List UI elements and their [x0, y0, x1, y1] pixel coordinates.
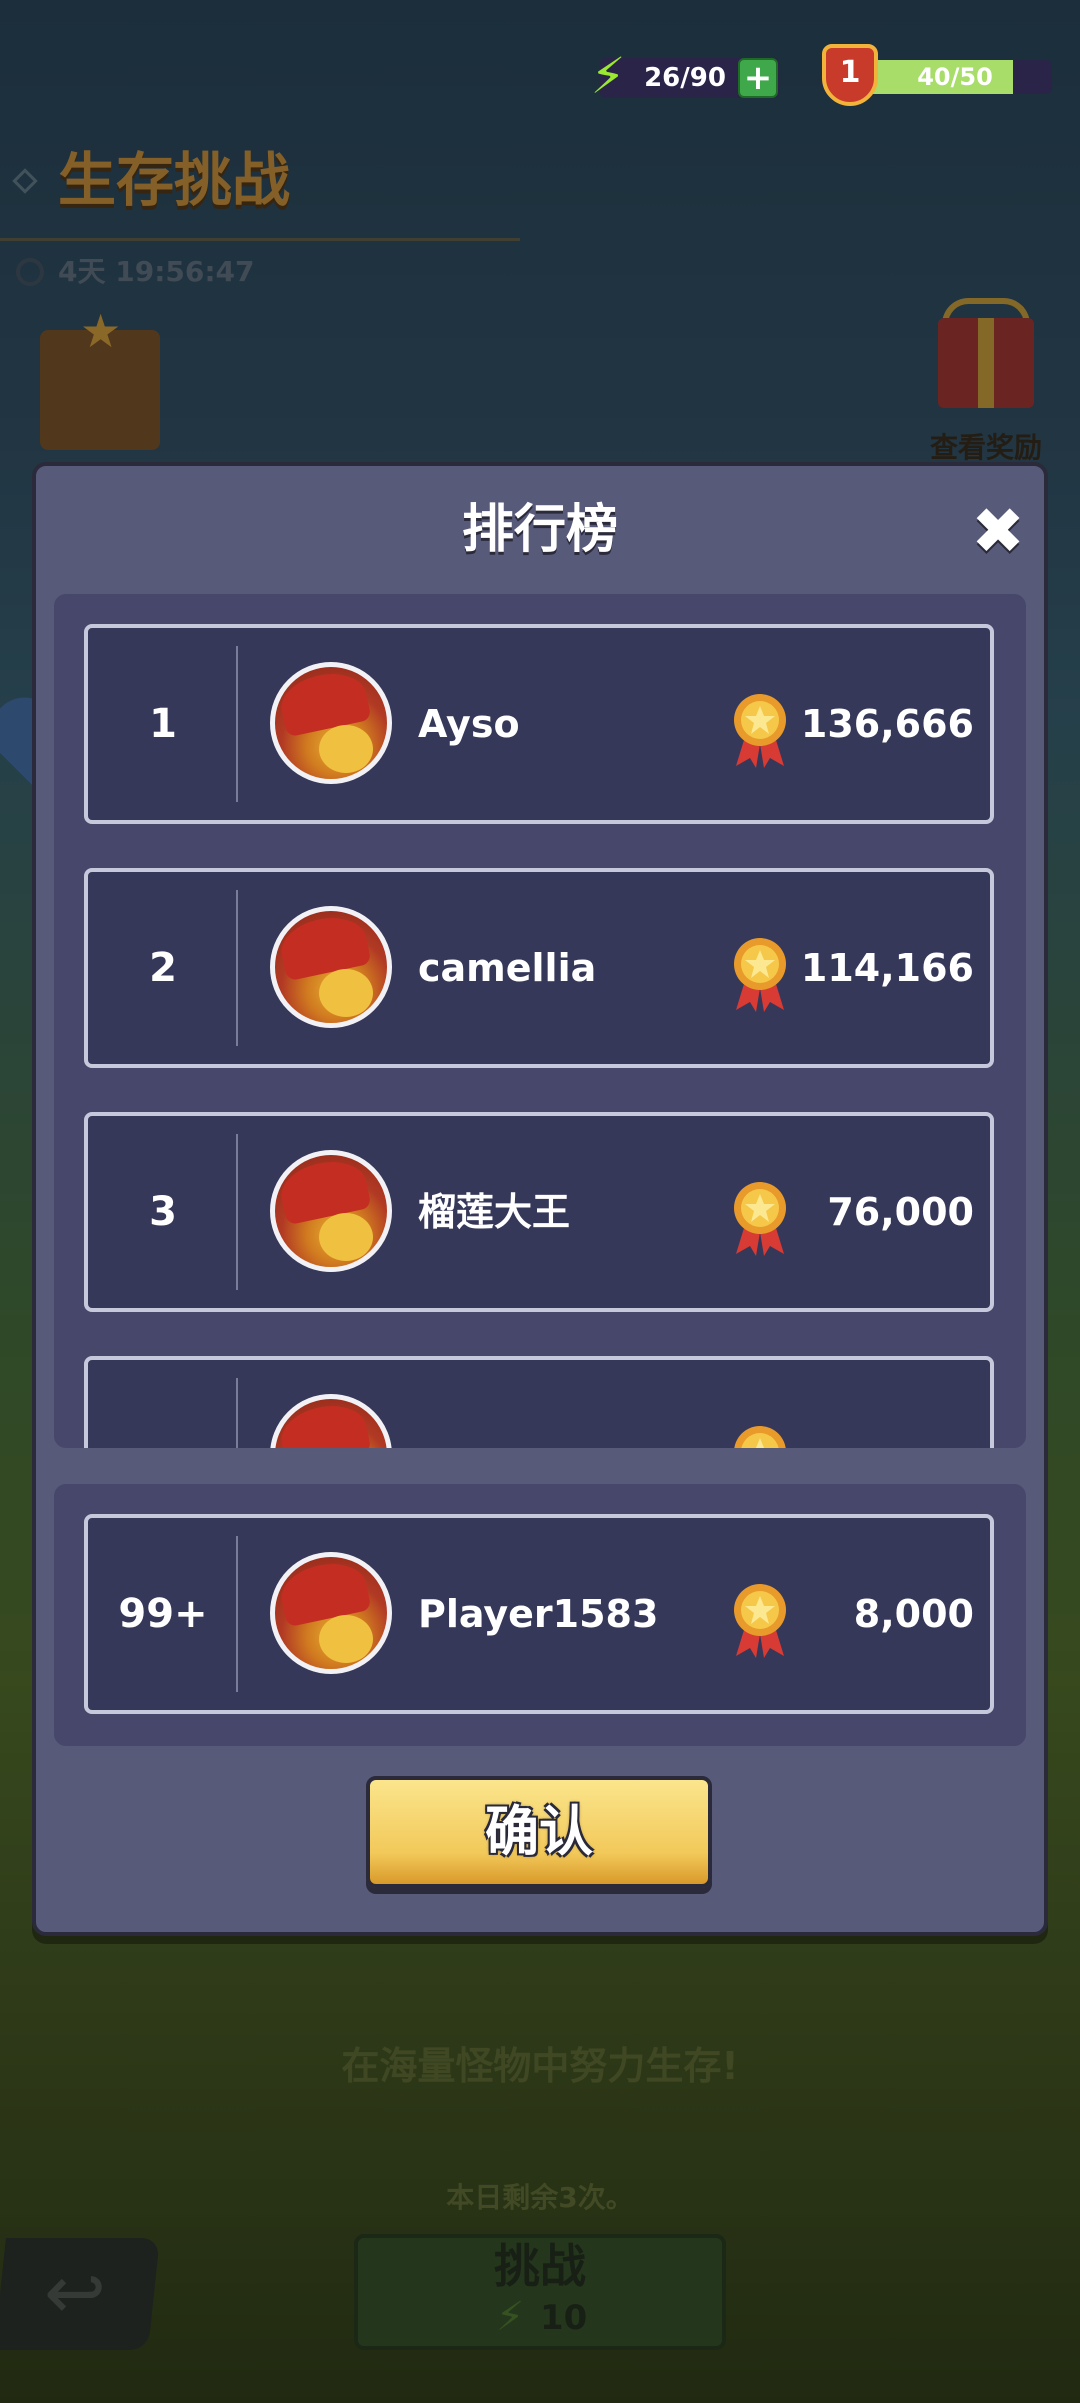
modal-title: 排行榜 — [461, 500, 618, 560]
medal-icon — [734, 1426, 786, 1448]
medal-icon — [734, 1182, 786, 1256]
row-divider — [236, 1536, 238, 1692]
avatar — [270, 1552, 392, 1674]
leaderboard-row[interactable]: 1 Ayso 136,666 — [84, 624, 994, 824]
rank-number: 2 — [149, 945, 177, 991]
medal-icon — [734, 1584, 786, 1658]
avatar — [270, 662, 392, 784]
player-score: 114,166 — [800, 946, 974, 990]
avatar — [270, 1394, 392, 1448]
player-score — [798, 1360, 974, 1448]
leaderboard-list[interactable]: 1 Ayso 136,666 2 camellia 114,166 3 榴莲大王… — [54, 594, 1026, 1448]
player-name: camellia — [418, 946, 597, 990]
player-name: Ayso — [418, 702, 520, 746]
rank-number: 1 — [149, 701, 177, 747]
xp-count: 40/50 — [917, 63, 993, 91]
player-score: 136,666 — [800, 702, 974, 746]
avatar — [270, 906, 392, 1028]
avatar — [270, 1150, 392, 1272]
player-name: Player1583 — [418, 1592, 659, 1636]
player-score: 76,000 — [827, 1190, 974, 1234]
my-rank-row[interactable]: 99+ Player1583 8,000 — [84, 1514, 994, 1714]
player-score: 8,000 — [853, 1592, 974, 1636]
lightning-icon: ⚡ — [590, 47, 626, 105]
rank-number: 99+ — [118, 1591, 208, 1637]
medal-icon — [734, 694, 786, 768]
close-icon[interactable]: ✖ — [966, 500, 1030, 564]
player-name — [418, 1360, 718, 1448]
rank-number: 3 — [149, 1189, 177, 1235]
my-rank-panel: 99+ Player1583 8,000 — [54, 1484, 1026, 1746]
confirm-label: 确认 — [485, 1800, 593, 1863]
add-energy-button[interactable]: + — [738, 58, 778, 98]
row-divider — [236, 646, 238, 802]
leaderboard-row[interactable] — [84, 1356, 994, 1448]
row-divider — [236, 1378, 238, 1448]
energy-count: 26/90 — [644, 63, 726, 93]
rank-number — [88, 1360, 238, 1448]
level-badge[interactable]: 1 — [822, 44, 878, 106]
leaderboard-row[interactable]: 3 榴莲大王 76,000 — [84, 1112, 994, 1312]
confirm-button[interactable]: 确认 — [366, 1776, 712, 1888]
row-divider — [236, 890, 238, 1046]
leaderboard-row[interactable]: 2 camellia 114,166 — [84, 868, 994, 1068]
player-name: 榴莲大王 — [418, 1190, 571, 1234]
medal-icon — [734, 938, 786, 1012]
row-divider — [236, 1134, 238, 1290]
game-screen: 生存挑战 4天 19:56:47 ★ 查看奖励 在海量怪物中努力生存! 本日剩余… — [0, 0, 1080, 2403]
